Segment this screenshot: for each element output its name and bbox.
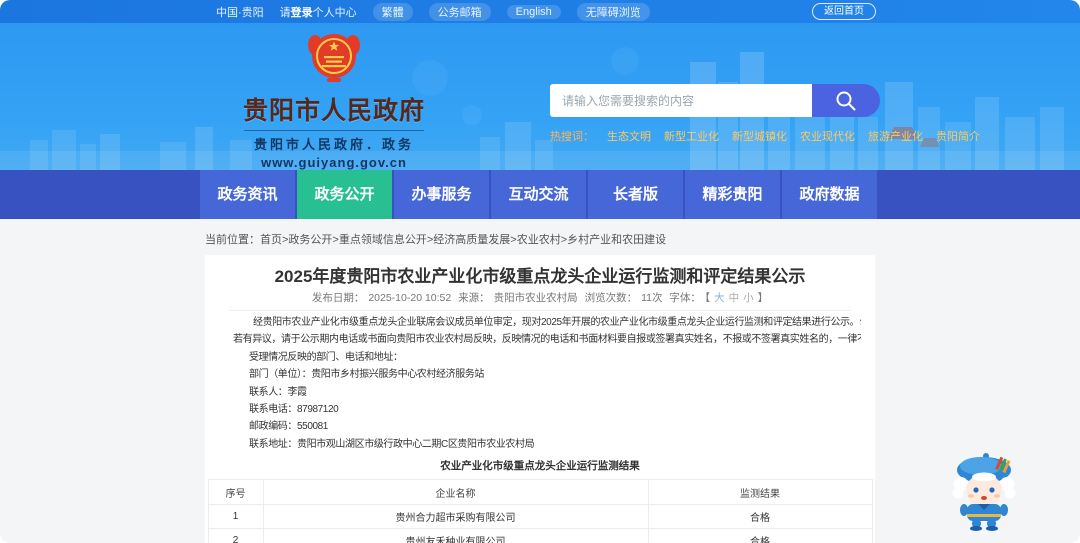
- nav-item-elderly-version[interactable]: 长者版: [588, 170, 683, 219]
- browser-page: 中国·贵阳 请登录个人中心 繁體 公务邮箱 English 无障碍浏览 返回首页: [0, 0, 1080, 543]
- login-bold: 登录: [290, 6, 313, 19]
- site-banner: 贵阳市人民政府 贵阳市人民政府．政务 www.guiyang.gov.cn 热搜…: [0, 23, 1080, 170]
- cell-seq: 2: [207, 528, 264, 543]
- contact-postcode: 邮政编码：550081: [249, 421, 328, 433]
- topbar-link-traditional[interactable]: 繁體: [372, 2, 413, 21]
- font-size-medium-button[interactable]: 中: [729, 292, 740, 304]
- contact-department: 部门（单位）：贵阳市乡村振兴服务中心农村经济服务站: [249, 369, 484, 381]
- table-row: 2 贵州友禾种业有限公司 合格: [207, 528, 873, 543]
- topbar-login-link[interactable]: 请登录个人中心: [280, 4, 357, 20]
- table-header-seq: 序号: [207, 479, 264, 506]
- table-header-row: 序号 企业名称 监测结果: [207, 479, 873, 506]
- cell-seq: 1: [207, 504, 264, 530]
- meta-bracket-open: 【: [704, 292, 711, 304]
- hot-word-urbanization[interactable]: 新型城镇化: [732, 128, 787, 144]
- meta-publish-value: 2025-10-20 10:52: [368, 292, 452, 304]
- section-line: 受理情况反映的部门、电话和地址：: [249, 351, 403, 363]
- topbar-link-china-guiyang[interactable]: 中国·贵阳: [216, 4, 264, 20]
- hot-word-ecology[interactable]: 生态文明: [607, 128, 651, 144]
- cell-result: 合格: [647, 504, 873, 530]
- table-title: 农业产业化市级重点龙头企业运行监测结果: [440, 460, 640, 473]
- meta-source-value: 贵阳市农业农村局: [493, 292, 578, 304]
- breadcrumb-label: 当前位置：: [205, 234, 260, 246]
- back-home-button[interactable]: 返回首页: [812, 3, 876, 20]
- topbar-link-accessibility[interactable]: 无障碍浏览: [576, 2, 650, 21]
- contact-person: 联系人：李霞: [249, 386, 307, 398]
- nav-item-disclosure[interactable]: 政务公开: [297, 170, 392, 219]
- site-url: www.guiyang.gov.cn: [261, 155, 407, 170]
- paragraph-line-1: 经贵阳市农业产业化市级重点龙头企业联席会议成员单位审定，现对2025年开展的农业…: [253, 317, 861, 328]
- meta-source-label: 来源：: [458, 292, 490, 304]
- contact-phone: 联系电话：87987120: [249, 404, 339, 416]
- meta-publish-label: 发布日期：: [311, 292, 365, 304]
- topbar-link-official-mail[interactable]: 公务邮箱: [428, 2, 491, 21]
- search-button[interactable]: [812, 84, 880, 117]
- search-input[interactable]: [550, 84, 812, 117]
- city-skyline-decoration: [0, 47, 1080, 170]
- cell-company-name: 贵州友禾种业有限公司: [262, 528, 649, 543]
- site-title: 贵阳市人民政府: [242, 97, 425, 125]
- paragraph-line-2: 若有异议，请于公示期内电话或书面向贵阳市农业农村局反映，反映情况的电话和书面材料…: [233, 334, 861, 346]
- breadcrumb-path[interactable]: 首页>政务公开>重点领域信息公开>经济高质量发展>农业农村>乡村产业和农田建设: [260, 234, 666, 246]
- hot-word-guiyang-intro[interactable]: 贵阳简介: [936, 128, 980, 144]
- font-size-small-button[interactable]: 小: [743, 292, 754, 304]
- nav-item-highlights[interactable]: 精彩贵阳: [685, 170, 780, 219]
- hot-word-tourism[interactable]: 旅游产业化: [868, 128, 923, 144]
- nav-item-gov-data[interactable]: 政府数据: [782, 170, 877, 219]
- login-pre: 请: [279, 6, 291, 19]
- national-emblem-icon: [308, 34, 360, 82]
- cell-company-name: 贵州合力超市采购有限公司: [262, 504, 649, 530]
- mascot-icon: [952, 453, 1016, 531]
- article-title: 2025年度贵阳市农业产业化市级重点龙头企业运行监测和评定结果公示: [274, 267, 806, 286]
- hot-word-agriculture[interactable]: 农业现代化: [800, 128, 855, 144]
- monitor-table: 序号 企业名称 监测结果 1 贵州合力超市采购有限公司 合格 2 贵州友禾种业有…: [207, 479, 873, 543]
- search-area: 热搜词： 生态文明 新型工业化 新型城镇化 农业现代化 旅游产业化 贵阳简介: [550, 84, 980, 144]
- nav-item-interaction[interactable]: 互动交流: [491, 170, 586, 219]
- topbar-link-english[interactable]: English: [506, 4, 561, 19]
- table-header-name: 企业名称: [262, 479, 649, 506]
- breadcrumb: 当前位置：首页>政务公开>重点领域信息公开>经济高质量发展>农业农村>乡村产业和…: [205, 231, 666, 247]
- cell-result: 合格: [647, 528, 873, 543]
- article-body: 经贵阳市农业产业化市级重点龙头企业联席会议成员单位审定，现对2025年开展的农业…: [233, 314, 861, 453]
- table-header-result: 监测结果: [647, 479, 873, 506]
- nav-item-news[interactable]: 政务资讯: [200, 170, 295, 219]
- login-post: 个人中心: [312, 6, 357, 19]
- topbar: 中国·贵阳 请登录个人中心 繁體 公务邮箱 English 无障碍浏览 返回首页: [0, 0, 1080, 23]
- font-size-large-button[interactable]: 大: [714, 292, 725, 304]
- meta-font-label: 字体：: [669, 292, 701, 304]
- article-meta: 发布日期： 2025-10-20 10:52 来源： 贵阳市农业农村局 浏览次数： 1…: [229, 292, 851, 311]
- hot-word-industry[interactable]: 新型工业化: [664, 128, 719, 144]
- logo-divider: [244, 130, 424, 131]
- meta-views-value: 11次: [641, 292, 663, 304]
- main-nav: 政务资讯 政务公开 办事服务 互动交流 长者版 精彩贵阳 政府数据: [0, 170, 1080, 219]
- search-icon: [836, 91, 856, 110]
- content-card: 2025年度贵阳市农业产业化市级重点龙头企业运行监测和评定结果公示 发布日期： 2…: [205, 255, 875, 543]
- contact-address: 联系地址：贵阳市观山湖区市级行政中心二期C区贵阳市农业农村局: [249, 438, 535, 450]
- site-logo[interactable]: 贵阳市人民政府 贵阳市人民政府．政务 www.guiyang.gov.cn: [236, 30, 432, 170]
- hot-words-label: 热搜词：: [550, 131, 594, 143]
- meta-bracket-close: 】: [757, 292, 769, 304]
- nav-item-services[interactable]: 办事服务: [394, 170, 489, 219]
- hot-words: 热搜词： 生态文明 新型工业化 新型城镇化 农业现代化 旅游产业化 贵阳简介: [550, 128, 980, 144]
- site-subtitle: 贵阳市人民政府．政务: [253, 137, 414, 152]
- mascot-widget[interactable]: [948, 450, 1020, 532]
- meta-views-label: 浏览次数：: [584, 292, 638, 304]
- table-row: 1 贵州合力超市采购有限公司 合格: [207, 504, 873, 530]
